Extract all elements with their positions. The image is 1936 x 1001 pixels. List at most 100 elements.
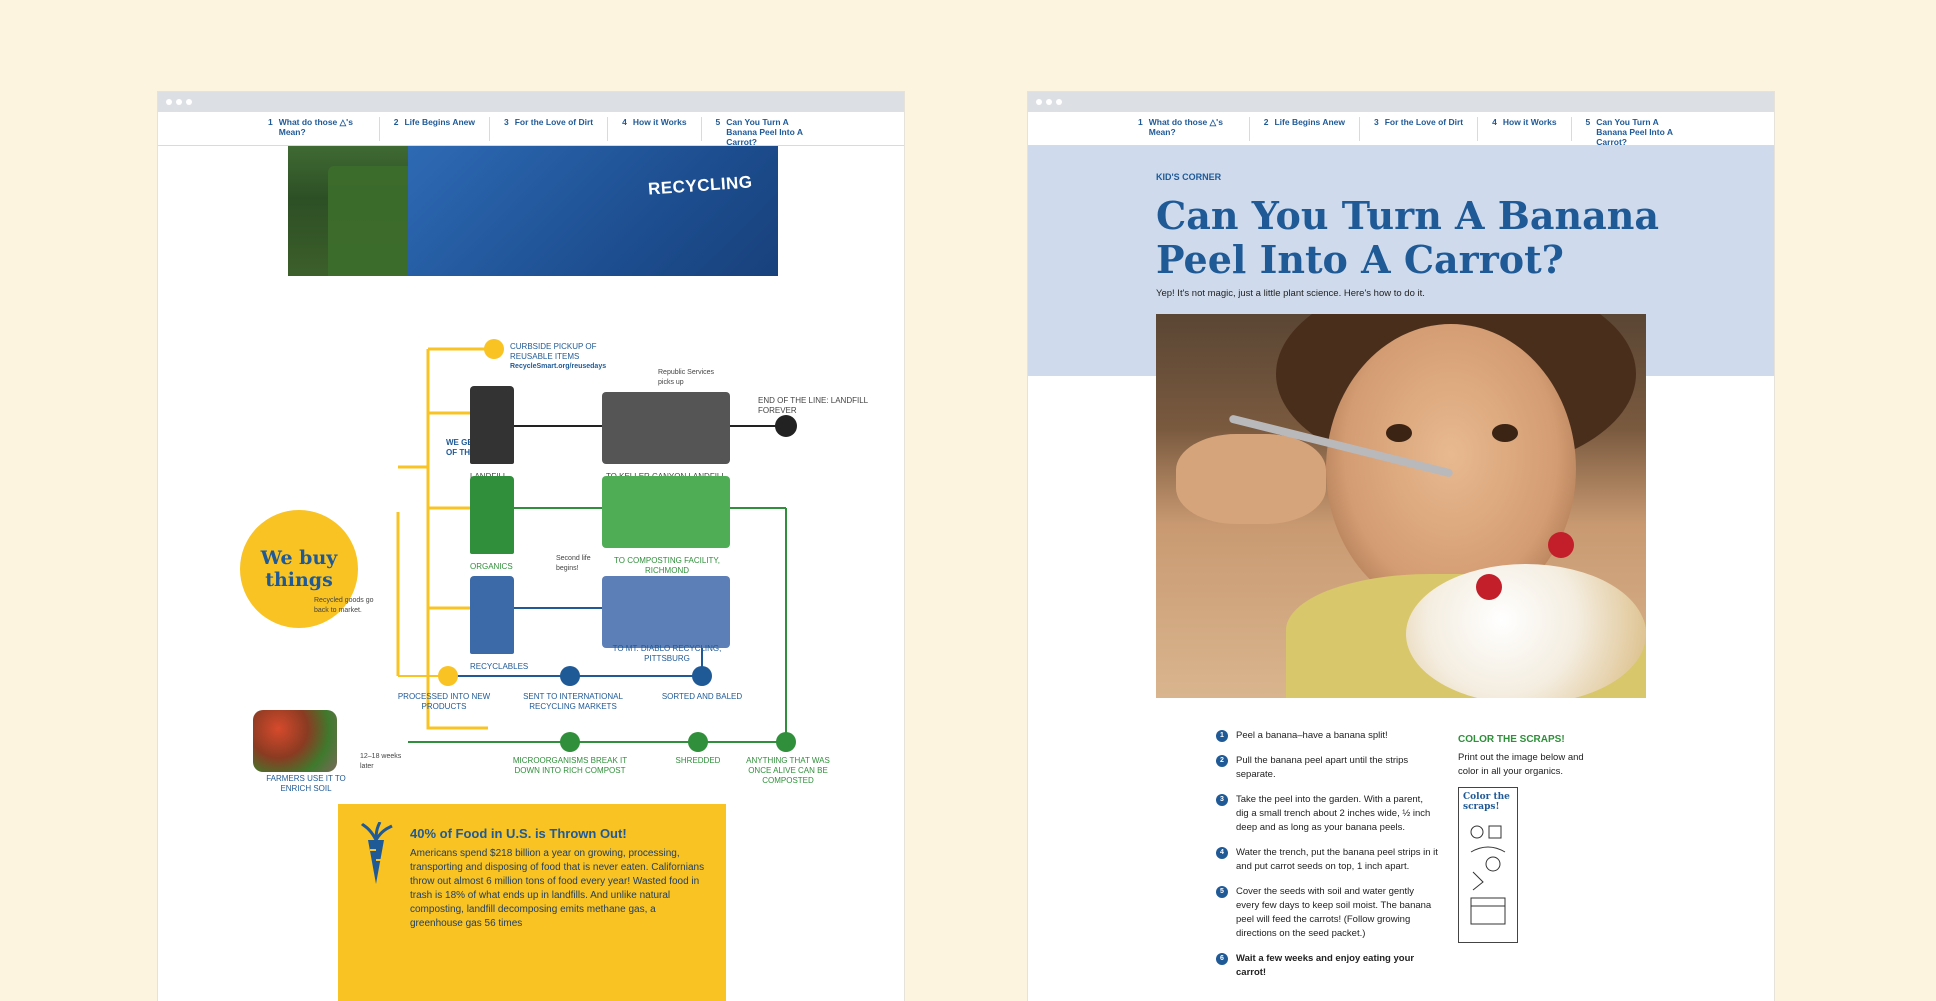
girl-eating-sundae-photo: [1156, 314, 1646, 698]
kicker: KID'S CORNER: [1156, 172, 1222, 182]
step-text: Cover the seeds with soil and water gent…: [1236, 886, 1432, 939]
step-item: 2 Pull the banana peel apart until the st…: [1216, 754, 1438, 782]
nav-num: 4: [1492, 117, 1497, 127]
organics-label: ORGANICS: [470, 562, 513, 571]
step-text: Take the peel into the garden. With a pa…: [1236, 794, 1431, 833]
curbside-link[interactable]: RecycleSmart.org/reusedays: [510, 362, 606, 372]
step-number: 4: [1216, 847, 1228, 859]
nav-item-3[interactable]: 3 For the Love of Dirt: [1359, 117, 1477, 141]
nav-label: How it Works: [1502, 117, 1557, 127]
nav-item-1[interactable]: 1 What do those △'s Mean?: [1124, 117, 1249, 141]
left-browser-window: 1 What do those △'s Mean? 2 Life Begins An…: [158, 92, 904, 1001]
vegetable-crate-image: [253, 710, 337, 772]
window-dot[interactable]: [1056, 99, 1062, 105]
step-text: Wait a few weeks and enjoy eating your c…: [1236, 953, 1415, 978]
weeks-later-note: 12–18 weeks later: [360, 753, 402, 770]
step-number: 2: [1216, 755, 1228, 767]
nav-num: 4: [622, 117, 627, 127]
nav-label: For the Love of Dirt: [514, 117, 594, 127]
to-diablo-label: TO MT. DIABLO RECYCLING, PITTSBURG: [612, 644, 722, 663]
nav-num: 2: [393, 117, 399, 127]
nav-label: How it Works: [632, 117, 687, 127]
nav-item-2[interactable]: 2 Life Begins Anew: [378, 117, 489, 141]
color-scraps-title: COLOR THE SCRAPS!: [1458, 734, 1565, 745]
carrot-icon: [360, 822, 393, 884]
nav-item-1[interactable]: 1 What do those △'s Mean?: [254, 117, 379, 141]
window-dot[interactable]: [176, 99, 182, 105]
right-browser-window: 1 What do those △'s Mean? 2 Life Begins An…: [1028, 92, 1774, 1001]
step-text: Water the trench, put the banana peel st…: [1236, 847, 1438, 872]
farmers-label: FARMERS USE IT TO ENRICH SOIL: [266, 774, 346, 793]
nav-label: Can You Turn A Banana Peel Into A Carrot…: [726, 117, 803, 147]
processed-label: PROCESSED INTO NEW PRODUCTS: [397, 692, 491, 711]
photo-eye: [1386, 424, 1412, 442]
nav-num: 3: [1374, 117, 1379, 127]
step-number: 5: [1216, 886, 1228, 898]
window-dot[interactable]: [186, 99, 192, 105]
color-scraps-box: COLOR THE SCRAPS! Print out the image be…: [1458, 734, 1598, 943]
step-number: 1: [1216, 730, 1228, 742]
nav-label: What do those △'s Mean?: [278, 117, 353, 137]
window-dot[interactable]: [1046, 99, 1052, 105]
window-chrome: [1028, 92, 1774, 112]
nav-item-5[interactable]: 5 Can You Turn A Banana Peel Into A Carro…: [700, 117, 827, 147]
page-title: Can You Turn A Banana Peel Into A Carrot…: [1156, 193, 1659, 282]
republic-note: Republic Services picks up: [658, 369, 715, 386]
to-composting-label: TO COMPOSTING FACILITY, RICHMOND: [614, 556, 720, 575]
blue-bin-shape: [408, 146, 778, 276]
nav-num: 3: [504, 117, 509, 127]
nav-label: Life Begins Anew: [1274, 117, 1345, 127]
second-life-note: Second life begins!: [556, 555, 591, 572]
section-nav: 1 What do those △'s Mean? 2 Life Begins An…: [1028, 112, 1774, 147]
step-item: 1 Peel a banana–have a banana split!: [1216, 729, 1438, 743]
nav-item-5[interactable]: 5 Can You Turn A Banana Peel Into A Carro…: [1570, 117, 1697, 147]
nav-num: 5: [715, 117, 721, 127]
photo-sundae: [1406, 564, 1646, 698]
recyclables-bin-icon: [470, 576, 514, 654]
curbside-label: CURBSIDE PICKUP OF REUSABLE ITEMS: [510, 342, 597, 361]
waste-flow-diagram: We buy things WE GET RID OF THINGS! CURB…: [158, 292, 904, 793]
scraps-drawing: [1470, 825, 1506, 925]
cherry-shape: [1476, 574, 1502, 600]
nav-num: 2: [1263, 117, 1269, 127]
organics-bin-icon: [470, 476, 514, 554]
end-of-line-label: END OF THE LINE: LANDFILL FOREVER: [758, 396, 868, 415]
nav-label: What do those △'s Mean?: [1148, 117, 1223, 137]
nav-num: 1: [1138, 117, 1143, 127]
landfill-bin-icon: [470, 386, 514, 464]
coloring-sheet-thumbnail[interactable]: Color the scraps!: [1458, 787, 1518, 943]
window-dot[interactable]: [1036, 99, 1042, 105]
window-chrome: [158, 92, 904, 112]
recycling-bins-photo: RECYCLING: [288, 146, 778, 276]
nav-label: Can You Turn A Banana Peel Into A Carrot…: [1596, 117, 1673, 147]
recycled-goods-note: Recycled goods go back to market.: [314, 597, 374, 614]
nav-item-2[interactable]: 2 Life Begins Anew: [1248, 117, 1359, 141]
sent-international-label: SENT TO INTERNATIONAL RECYCLING MARKETS: [523, 692, 623, 711]
step-item: 5 Cover the seeds with soil and water gen…: [1216, 885, 1438, 941]
compost-truck-icon: [602, 476, 730, 548]
step-item: 6 Wait a few weeks and enjoy eating your …: [1216, 952, 1438, 980]
callout-body: Americans spend $218 billion a year on g…: [410, 848, 705, 929]
microorganisms-label: MICROORGANISMS BREAK IT DOWN INTO RICH C…: [512, 756, 628, 775]
section-nav: 1 What do those △'s Mean? 2 Life Begins An…: [158, 112, 904, 147]
page-subtitle: Yep! It's not magic, just a little plant…: [1156, 288, 1425, 299]
photo-eye: [1492, 424, 1518, 442]
color-scraps-text: Print out the image below and color in a…: [1458, 752, 1584, 777]
recycle-truck-icon: [602, 576, 730, 648]
nav-label: For the Love of Dirt: [1384, 117, 1464, 127]
step-text: Pull the banana peel apart until the str…: [1236, 755, 1409, 780]
step-item: 4 Water the trench, put the banana peel s…: [1216, 846, 1438, 874]
nav-num: 5: [1585, 117, 1591, 127]
step-number: 3: [1216, 794, 1228, 806]
step-item: 3 Take the peel into the garden. With a p…: [1216, 793, 1438, 835]
step-text: Peel a banana–have a banana split!: [1236, 730, 1388, 741]
nav-item-3[interactable]: 3 For the Love of Dirt: [489, 117, 607, 141]
photo-hand: [1176, 434, 1326, 524]
nav-item-4[interactable]: 4 How it Works: [1477, 117, 1570, 141]
window-dot[interactable]: [166, 99, 172, 105]
cherry-shape: [1548, 532, 1574, 558]
coloring-sheet-title: Color the scraps!: [1463, 792, 1510, 812]
instruction-steps: 1 Peel a banana–have a banana split! 2 Pul…: [1216, 729, 1438, 991]
food-waste-callout: 40% of Food in U.S. is Thrown Out! Ameri…: [338, 804, 726, 1001]
nav-item-4[interactable]: 4 How it Works: [607, 117, 700, 141]
